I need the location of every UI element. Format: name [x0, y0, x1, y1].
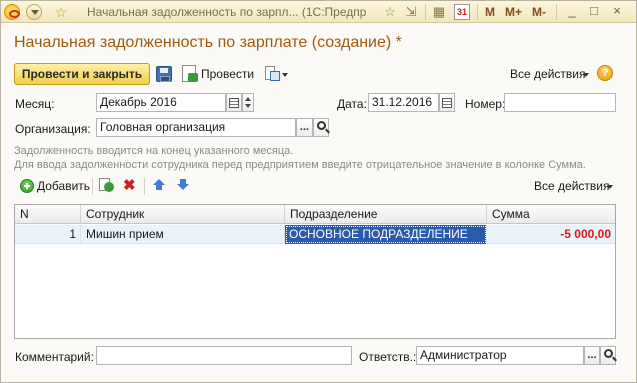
row-number-cell[interactable]: 1: [15, 225, 81, 244]
calculator-icon[interactable]: ▦: [431, 4, 447, 20]
post-button[interactable]: Провести: [201, 67, 254, 81]
organization-field[interactable]: Головная организация: [96, 118, 296, 137]
memory-mminus-button[interactable]: M-: [532, 4, 546, 20]
minimize-button[interactable]: _: [563, 3, 581, 21]
post-and-close-button[interactable]: Провести и закрыть: [14, 63, 150, 85]
table-row[interactable]: 1 Мишин прием ОСНОВНОЕ ПОДРАЗДЕЛЕНИЕ -5 …: [15, 225, 615, 244]
calendar-icon[interactable]: 31: [454, 4, 470, 20]
hint-text: Задолженность вводится на конец указанно…: [14, 145, 294, 157]
add-to-favorites-icon[interactable]: ☆: [381, 4, 399, 20]
responsible-label: Ответств.:: [359, 350, 417, 364]
memory-m-button[interactable]: M: [485, 4, 495, 20]
month-field[interactable]: Декабрь 2016: [96, 93, 226, 112]
page-title: Начальная задолженность по зарплате (соз…: [14, 34, 402, 51]
add-icon[interactable]: [20, 179, 34, 193]
responsible-open-button[interactable]: [600, 346, 616, 365]
date-label: Дата:: [337, 97, 367, 111]
organization-label: Организация:: [15, 122, 91, 136]
number-label: Номер:: [465, 97, 506, 111]
calendar-icon: [442, 98, 452, 108]
title-bar: ☆ Начальная задолженность по зарпл... (1…: [1, 1, 636, 23]
move-up-icon[interactable]: [153, 179, 165, 191]
link-icon[interactable]: ⇲: [403, 4, 419, 20]
month-calendar-button[interactable]: [226, 93, 242, 112]
chevron-down-icon[interactable]: [583, 73, 589, 77]
number-field[interactable]: [504, 93, 616, 112]
help-icon[interactable]: ?: [597, 65, 613, 81]
search-icon: [316, 121, 326, 130]
column-header-department[interactable]: Подразделение: [285, 205, 487, 224]
close-button[interactable]: ×: [608, 3, 626, 21]
month-spinner[interactable]: [242, 93, 254, 112]
chevron-down-icon[interactable]: [282, 73, 288, 77]
title-separator: [425, 4, 426, 20]
main-menu-icon[interactable]: [26, 4, 42, 20]
amount-cell[interactable]: -5 000,00: [487, 225, 615, 244]
table-all-actions-menu[interactable]: Все действия: [534, 179, 609, 193]
memory-mplus-button[interactable]: M+: [505, 4, 522, 20]
toolbar-separator: [92, 178, 93, 195]
date-calendar-button[interactable]: [439, 93, 455, 112]
title-separator: [556, 4, 557, 20]
window-title: Начальная задолженность по зарпл... (1С:…: [87, 5, 367, 19]
chevron-down-icon[interactable]: [607, 185, 613, 189]
organization-open-button[interactable]: [313, 118, 329, 137]
month-label: Месяц:: [15, 97, 55, 111]
1c-logo-icon[interactable]: [4, 4, 20, 20]
organization-choose-button[interactable]: ...: [296, 118, 313, 137]
responsible-choose-button[interactable]: ...: [584, 346, 600, 365]
maximize-button[interactable]: □: [585, 3, 603, 21]
hint-text: Для ввода задолженности сотрудника перед…: [14, 159, 586, 171]
search-icon: [603, 349, 613, 358]
copy-row-icon[interactable]: [99, 178, 115, 194]
title-separator: [477, 4, 478, 20]
favorite-star-icon[interactable]: ☆: [53, 4, 69, 20]
all-actions-menu[interactable]: Все действия: [510, 67, 585, 81]
add-row-button[interactable]: Добавить: [37, 179, 90, 193]
post-document-icon[interactable]: [182, 65, 198, 82]
print-icon[interactable]: [263, 66, 281, 82]
toolbar-separator: [144, 178, 145, 195]
move-down-icon[interactable]: [177, 179, 189, 191]
column-header-n[interactable]: N: [15, 205, 81, 224]
table-header: N Сотрудник Подразделение Сумма: [15, 205, 615, 224]
salary-debt-table[interactable]: N Сотрудник Подразделение Сумма 1 Мишин …: [14, 204, 616, 339]
delete-row-icon[interactable]: ✖: [123, 176, 136, 194]
date-field[interactable]: 31.12.2016: [368, 93, 439, 112]
column-header-employee[interactable]: Сотрудник: [81, 205, 285, 224]
column-header-amount[interactable]: Сумма: [487, 205, 615, 224]
calendar-icon: [229, 98, 239, 108]
document-window: ☆ Начальная задолженность по зарпл... (1…: [0, 0, 637, 383]
comment-field[interactable]: [96, 346, 352, 365]
comment-label: Комментарий:: [15, 350, 94, 364]
employee-cell[interactable]: Мишин прием: [81, 225, 285, 244]
department-cell[interactable]: ОСНОВНОЕ ПОДРАЗДЕЛЕНИЕ: [285, 225, 487, 244]
responsible-field[interactable]: Администратор: [416, 346, 584, 365]
save-icon[interactable]: [156, 66, 172, 82]
